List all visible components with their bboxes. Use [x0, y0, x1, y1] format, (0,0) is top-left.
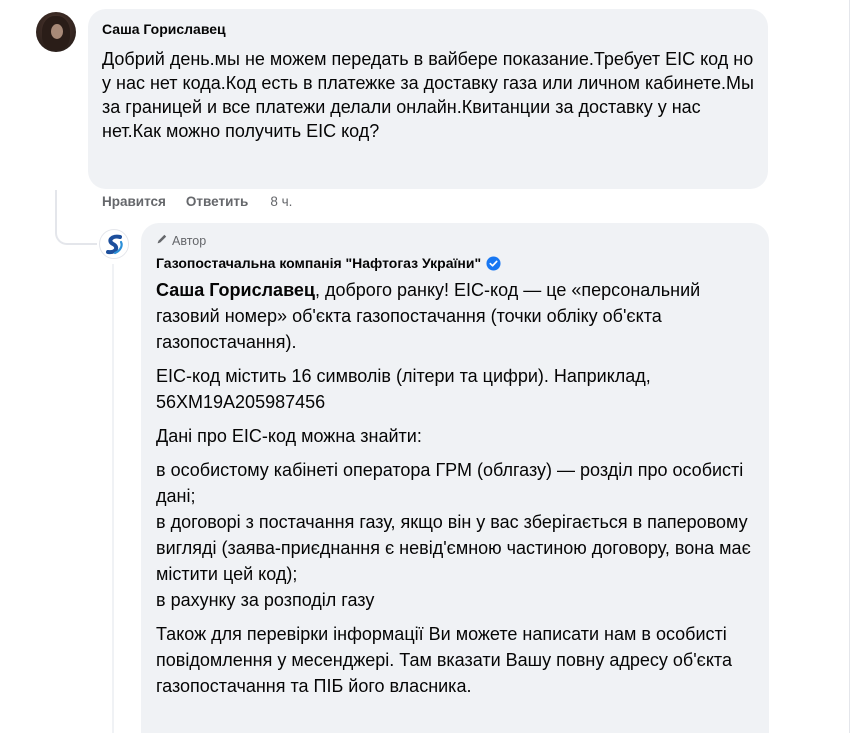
reply-paragraph-3: Дані про ЕІС-код можна знайти:	[156, 426, 422, 446]
reply-paragraph-4: в особистому кабінеті оператора ГРМ (обл…	[156, 457, 754, 613]
reply-list-item-1: в особистому кабінеті оператора ГРМ (обл…	[156, 460, 744, 506]
scrollbar-line	[849, 0, 850, 733]
reply-button[interactable]: Ответить	[186, 194, 248, 209]
comment-text: Добрий день.мы не можем передать в вайбе…	[102, 49, 754, 141]
reply-bubble: Автор Газопостачальна компанія "Нафтогаз…	[141, 223, 769, 733]
comment-bubble: Саша Гориславец Добрий день.мы не можем …	[88, 9, 768, 189]
reply-paragraph-2: ЕІС-код містить 16 символів (літери та ц…	[156, 366, 651, 412]
mention-link[interactable]: Саша Гориславец	[156, 280, 315, 300]
author-badge: Автор	[156, 233, 754, 248]
reply-list-item-3: в рахунку за розподіл газу	[156, 590, 375, 610]
pencil-icon	[156, 233, 168, 248]
reply-list-item-2: в договорі з постачання газу, якщо він у…	[156, 512, 751, 584]
author-badge-label: Автор	[172, 233, 207, 248]
comment-actions: Нравится Ответить 8 ч.	[102, 194, 292, 209]
avatar-face	[51, 24, 63, 39]
naftogaz-logo-icon[interactable]	[99, 229, 129, 259]
reply-text: Саша Гориславец, доброго ранку! ЕІС-код …	[156, 277, 754, 699]
reply-author-name[interactable]: Газопостачальна компанія "Нафтогаз Украї…	[156, 255, 481, 271]
reply-paragraph-5: Також для перевірки інформації Ви можете…	[156, 624, 732, 696]
thread-connector	[55, 190, 97, 245]
comment-author[interactable]: Саша Гориславец	[102, 21, 754, 37]
thread-line	[112, 264, 114, 733]
like-button[interactable]: Нравится	[102, 194, 166, 209]
verified-badge-icon	[486, 255, 501, 271]
comment-timestamp[interactable]: 8 ч.	[270, 194, 292, 209]
reply-author[interactable]: Газопостачальна компанія "Нафтогаз Украї…	[156, 255, 754, 271]
avatar-commenter[interactable]	[36, 12, 76, 52]
reply-paragraph-1: Саша Гориславец, доброго ранку! ЕІС-код …	[156, 277, 754, 355]
scrollbar[interactable]	[839, 0, 859, 733]
